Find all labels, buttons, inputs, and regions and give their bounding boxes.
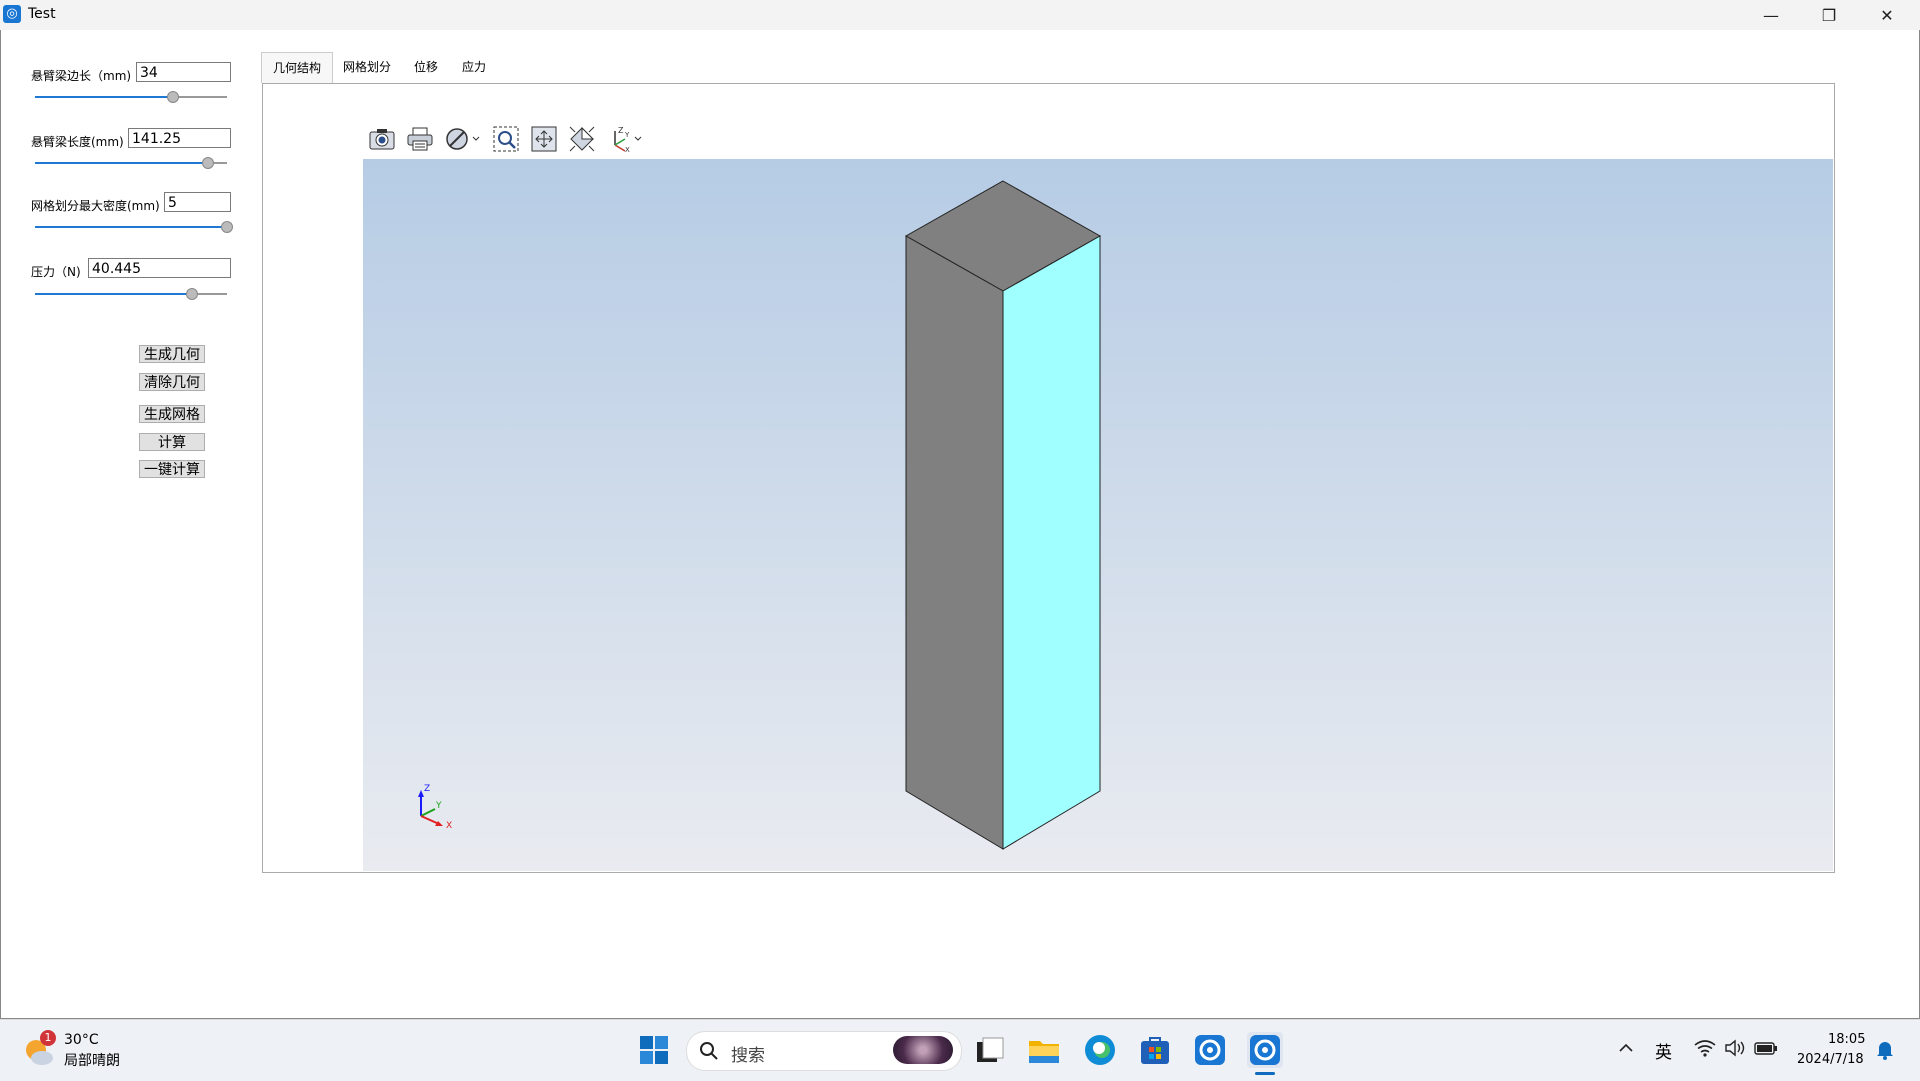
app-taskbar-icon[interactable] — [1192, 1032, 1228, 1068]
beam-left-face — [905, 235, 1004, 850]
axis-x-label: X — [446, 821, 453, 831]
print-icon[interactable] — [405, 124, 435, 154]
beam-length-label: 悬臂梁长度(mm) — [31, 135, 124, 149]
3d-viewport[interactable]: Z Y X — [363, 159, 1833, 871]
view-iso-icon[interactable] — [567, 124, 597, 154]
beam-length-slider[interactable] — [35, 157, 227, 169]
store-icon[interactable] — [1137, 1032, 1173, 1068]
generate-geometry-button[interactable]: 生成几何 — [139, 345, 205, 363]
weather-temp: 30°C — [64, 1032, 99, 1048]
slider-thumb[interactable] — [186, 288, 199, 300]
weather-widget[interactable]: 1 30°C 局部晴朗 — [22, 1030, 132, 1070]
tab-displacement[interactable]: 位移 — [401, 52, 451, 82]
pressure-label: 压力（N) — [31, 265, 81, 279]
pressure-input[interactable]: 40.445 — [88, 258, 231, 278]
file-explorer-icon[interactable] — [1026, 1032, 1062, 1068]
search-highlight-image — [893, 1036, 953, 1064]
weather-desc: 局部晴朗 — [64, 1053, 120, 1069]
zoom-window-icon[interactable] — [491, 124, 521, 154]
pressure-slider[interactable] — [35, 288, 227, 300]
maximize-button[interactable]: ❐ — [1800, 0, 1858, 30]
volume-icon[interactable] — [1724, 1039, 1746, 1060]
active-indicator — [1255, 1072, 1275, 1075]
slider-rest — [173, 96, 227, 98]
search-icon — [700, 1042, 718, 1060]
mesh-density-input[interactable]: 5 — [164, 192, 231, 212]
axis-z-label: Z — [424, 784, 431, 794]
taskbar-search[interactable]: 搜索 — [686, 1031, 962, 1071]
slider-thumb[interactable] — [221, 221, 233, 233]
tab-mesh[interactable]: 网格划分 — [335, 52, 399, 82]
title-bar: ◎ Test — ❐ ✕ — [0, 0, 1920, 30]
svg-text:X: X — [625, 146, 630, 153]
taskbar: 1 30°C 局部晴朗 搜索 英 18:05 2024/7/18 — [0, 1019, 1920, 1081]
clip-plane-icon[interactable] — [443, 124, 483, 154]
generate-mesh-button[interactable]: 生成网格 — [139, 405, 205, 423]
fit-all-icon[interactable] — [529, 124, 559, 154]
slider-thumb[interactable] — [201, 157, 214, 169]
edge-length-slider[interactable] — [35, 91, 227, 103]
minimize-button[interactable]: — — [1742, 0, 1800, 30]
tab-stress[interactable]: 应力 — [449, 52, 499, 82]
window-title: Test — [28, 6, 56, 22]
clear-geometry-button[interactable]: 清除几何 — [139, 373, 205, 391]
active-app-taskbar-icon[interactable] — [1247, 1032, 1283, 1075]
windows-logo-icon — [640, 1036, 668, 1064]
mesh-density-label: 网格划分最大密度(mm) — [31, 199, 160, 213]
tab-panel-geometry: ZYX Z Y X — [262, 83, 1835, 873]
camera-icon[interactable] — [367, 124, 397, 154]
axes-triad-icon[interactable]: ZYX — [605, 124, 645, 154]
axes-triad: Z Y X — [413, 784, 463, 834]
search-placeholder: 搜索 — [731, 1046, 765, 1066]
beam-model — [904, 180, 1102, 850]
edge-browser-icon[interactable] — [1082, 1032, 1118, 1068]
close-button[interactable]: ✕ — [1858, 0, 1916, 30]
clock-date[interactable]: 2024/7/18 — [1797, 1052, 1864, 1067]
wifi-icon[interactable] — [1694, 1039, 1716, 1060]
svg-text:Z: Z — [618, 126, 624, 135]
client-area: 悬臂梁边长（mm) 34 悬臂梁长度(mm) 141.25 网格划分最大密度(m… — [0, 30, 1920, 1019]
edge-length-input[interactable]: 34 — [136, 62, 231, 82]
svg-text:Y: Y — [624, 131, 630, 139]
one-click-compute-button[interactable]: 一键计算 — [139, 460, 205, 478]
clock-time[interactable]: 18:05 — [1828, 1032, 1865, 1047]
beam-length-input[interactable]: 141.25 — [128, 128, 231, 148]
slider-thumb[interactable] — [167, 91, 180, 103]
compute-button[interactable]: 计算 — [139, 433, 205, 451]
notification-bell-icon[interactable] — [1876, 1040, 1894, 1063]
start-button[interactable] — [636, 1032, 672, 1068]
edge-length-label: 悬臂梁边长（mm) — [31, 69, 132, 83]
axis-y-label: Y — [436, 801, 442, 811]
app-icon: ◎ — [3, 5, 21, 23]
mesh-density-slider[interactable] — [35, 221, 233, 233]
task-view-icon[interactable] — [972, 1032, 1008, 1068]
tray-overflow-icon[interactable] — [1616, 1038, 1636, 1058]
weather-badge: 1 — [40, 1030, 56, 1046]
ime-indicator[interactable]: 英 — [1655, 1038, 1672, 1063]
tab-geometry[interactable]: 几何结构 — [261, 52, 333, 83]
beam-right-face — [1002, 235, 1101, 850]
battery-icon[interactable] — [1754, 1040, 1778, 1059]
